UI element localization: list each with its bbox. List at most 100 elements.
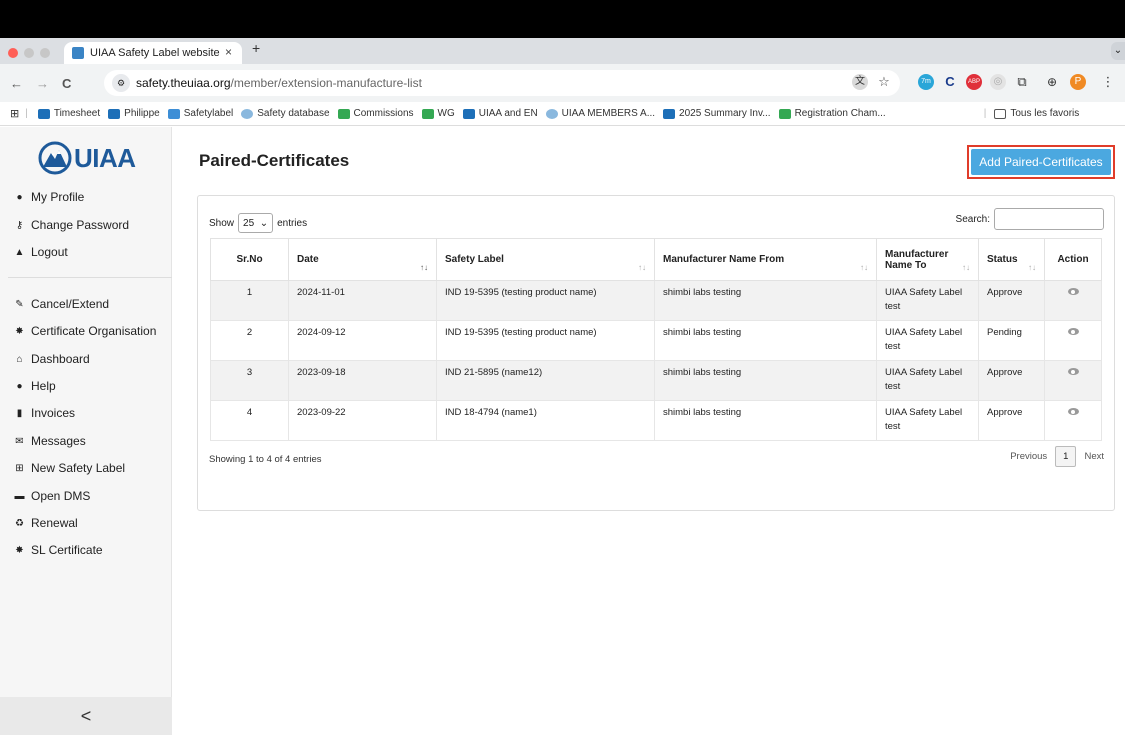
sort-icon: ↑↓ bbox=[860, 263, 868, 272]
col-sr-no[interactable]: Sr.No bbox=[210, 238, 289, 281]
sort-icon: ↑↓ bbox=[962, 263, 970, 272]
table-row: 1 2024-11-01 IND 19-5395 (testing produc… bbox=[210, 280, 1102, 321]
site-settings-icon[interactable]: ⚙ bbox=[112, 74, 130, 92]
plus-square-icon: ⊞ bbox=[15, 462, 24, 474]
bookmark-item[interactable]: 2025 Summary Inv... bbox=[663, 108, 771, 119]
translate-icon[interactable]: 文 bbox=[852, 74, 868, 90]
bookmark-item[interactable]: Commissions bbox=[337, 108, 414, 119]
entries-length-control: Show 25 ⌄ entries bbox=[209, 213, 307, 233]
previous-page-button[interactable]: Previous bbox=[1010, 451, 1047, 462]
table-row: 2 2024-09-12 IND 19-5395 (testing produc… bbox=[210, 320, 1102, 361]
bookmark-item[interactable]: Philippe bbox=[108, 108, 160, 119]
adblock-icon[interactable]: ABP bbox=[966, 74, 982, 90]
maximize-window-icon[interactable] bbox=[40, 48, 50, 58]
sidebar-item-my-profile[interactable]: ● My Profile bbox=[14, 190, 84, 204]
file-icon: ▮ bbox=[16, 407, 23, 419]
bookmark-item[interactable]: Safety database bbox=[241, 108, 330, 119]
sidebar-item-certificate-organisation[interactable]: ✸ Certificate Organisation bbox=[14, 324, 156, 338]
sidebar: UIAA ● My Profile ⚷ Change Password ▲ Logou… bbox=[0, 127, 172, 735]
sidebar-item-help[interactable]: ● Help bbox=[14, 379, 55, 393]
url-path: /member/extension-manufacture-list bbox=[230, 76, 422, 90]
page-title: Paired-Certificates bbox=[199, 151, 350, 170]
browser-tab[interactable]: UIAA Safety Label website × bbox=[64, 42, 242, 64]
view-eye-icon[interactable] bbox=[1067, 368, 1079, 375]
sort-icon: ↑↓ bbox=[638, 263, 646, 272]
tab-search-chevron-icon[interactable]: ⌄ bbox=[1111, 42, 1125, 60]
user-icon: ● bbox=[16, 191, 23, 203]
url-host: safety.theuiaa.org bbox=[136, 76, 231, 90]
sidebar-item-sl-certificate[interactable]: ✸ SL Certificate bbox=[14, 543, 102, 557]
tab-close-icon[interactable]: × bbox=[225, 45, 232, 59]
sidebar-item-messages[interactable]: ✉ Messages bbox=[14, 434, 85, 448]
bookmark-item[interactable]: Timesheet bbox=[37, 108, 100, 119]
all-favorites-folder[interactable]: Tous les favoris bbox=[994, 108, 1079, 119]
col-manufacturer-from[interactable]: Manufacturer Name From ↑↓ bbox=[654, 238, 877, 281]
table-card: Show 25 ⌄ entries Search: Sr.No Date ↑↓ S… bbox=[197, 195, 1115, 511]
add-button-label: Add Paired-Certificates bbox=[971, 149, 1111, 175]
bookmarks-bar: ⊞ | Timesheet Philippe Safetylabel Safet… bbox=[0, 102, 1125, 126]
sort-desc-icon: ↑↓ bbox=[420, 263, 428, 272]
col-status[interactable]: Status ↑↓ bbox=[978, 238, 1045, 281]
edit-icon: ✎ bbox=[15, 298, 24, 310]
uiaa-logo[interactable]: UIAA bbox=[38, 141, 136, 175]
apps-grid-icon[interactable]: ⊞ bbox=[10, 107, 19, 120]
minimize-window-icon[interactable] bbox=[24, 48, 34, 58]
sidebar-item-logout[interactable]: ▲ Logout bbox=[14, 245, 68, 259]
downloads-icon[interactable]: ⊕ bbox=[1044, 74, 1060, 90]
sidebar-item-dashboard[interactable]: ⌂ Dashboard bbox=[14, 352, 89, 366]
recycle-icon: ♻ bbox=[15, 517, 24, 529]
bookmark-separator: | bbox=[983, 108, 987, 119]
col-date[interactable]: Date ↑↓ bbox=[288, 238, 437, 281]
logo-text: UIAA bbox=[74, 142, 136, 173]
view-eye-icon[interactable] bbox=[1067, 288, 1079, 295]
new-tab-button[interactable]: + bbox=[252, 40, 260, 56]
sidebar-item-renewal[interactable]: ♻ Renewal bbox=[14, 516, 78, 530]
key-icon: ⚷ bbox=[15, 219, 24, 231]
lock-icon: ▲ bbox=[14, 246, 25, 258]
profile-avatar[interactable]: P bbox=[1070, 74, 1086, 90]
next-page-button[interactable]: Next bbox=[1084, 451, 1104, 462]
uiaa-favicon-icon bbox=[72, 47, 84, 59]
table-info: Showing 1 to 4 of 4 entries bbox=[209, 454, 322, 465]
sidebar-item-new-safety-label[interactable]: ⊞ New Safety Label bbox=[14, 461, 125, 475]
sidebar-item-open-dms[interactable]: ▬ Open DMS bbox=[14, 489, 91, 503]
extensions-puzzle-icon[interactable]: ⧉ bbox=[1014, 74, 1030, 90]
add-paired-certificates-button[interactable]: Add Paired-Certificates bbox=[967, 145, 1115, 179]
page-1-button[interactable]: 1 bbox=[1055, 446, 1077, 467]
reload-button[interactable]: C bbox=[62, 76, 71, 91]
sidebar-item-change-password[interactable]: ⚷ Change Password bbox=[14, 218, 129, 232]
back-button[interactable]: ← bbox=[10, 76, 23, 91]
sort-icon: ↑↓ bbox=[1028, 263, 1036, 272]
sidebar-item-invoices[interactable]: ▮ Invoices bbox=[14, 406, 75, 420]
entries-select[interactable]: 25 ⌄ bbox=[238, 213, 274, 233]
table-row: 3 2023-09-18 IND 21-5895 (name12) shimbi… bbox=[210, 360, 1102, 401]
sidebar-item-cancel-extend[interactable]: ✎ Cancel/Extend bbox=[14, 297, 109, 311]
col-manufacturer-to[interactable]: Manufacturer Name To ↑↓ bbox=[876, 238, 979, 281]
folder-open-icon: ▬ bbox=[14, 490, 25, 502]
forward-button[interactable]: → bbox=[36, 76, 49, 91]
table-row: 4 2023-09-22 IND 18-4794 (name1) shimbi … bbox=[210, 400, 1102, 441]
bookmark-item[interactable]: Safetylabel bbox=[167, 108, 233, 119]
url-input[interactable]: ⚙ safety.theuiaa.org/member/extension-ma… bbox=[104, 70, 900, 96]
certificate-icon: ✸ bbox=[15, 325, 24, 337]
col-safety-label[interactable]: Safety Label ↑↓ bbox=[436, 238, 655, 281]
view-eye-icon[interactable] bbox=[1067, 408, 1079, 415]
home-icon: ⌂ bbox=[16, 353, 23, 365]
extension-7m-icon[interactable]: 7m bbox=[918, 74, 934, 90]
certificate-icon: ✸ bbox=[15, 544, 24, 556]
bookmark-item[interactable]: UIAA MEMBERS A... bbox=[545, 108, 655, 119]
bookmark-item[interactable]: WG bbox=[421, 108, 455, 119]
extension-c-icon[interactable]: C bbox=[942, 74, 958, 90]
browser-menu-icon[interactable]: ⋮ bbox=[1100, 74, 1116, 90]
view-eye-icon[interactable] bbox=[1067, 328, 1079, 335]
extension-grey-icon[interactable]: ◎ bbox=[990, 74, 1006, 90]
close-window-icon[interactable] bbox=[8, 48, 18, 58]
bookmark-star-icon[interactable]: ☆ bbox=[876, 74, 892, 90]
paired-certificates-table: Sr.No Date ↑↓ Safety Label ↑↓ Manufacturer… bbox=[210, 238, 1102, 441]
sidebar-divider bbox=[8, 277, 172, 278]
search-input[interactable] bbox=[994, 208, 1104, 230]
sidebar-collapse-button[interactable]: < bbox=[0, 697, 172, 735]
bookmark-item[interactable]: UIAA and EN bbox=[462, 108, 538, 119]
col-action: Action bbox=[1044, 238, 1102, 281]
bookmark-item[interactable]: Registration Cham... bbox=[778, 108, 886, 119]
